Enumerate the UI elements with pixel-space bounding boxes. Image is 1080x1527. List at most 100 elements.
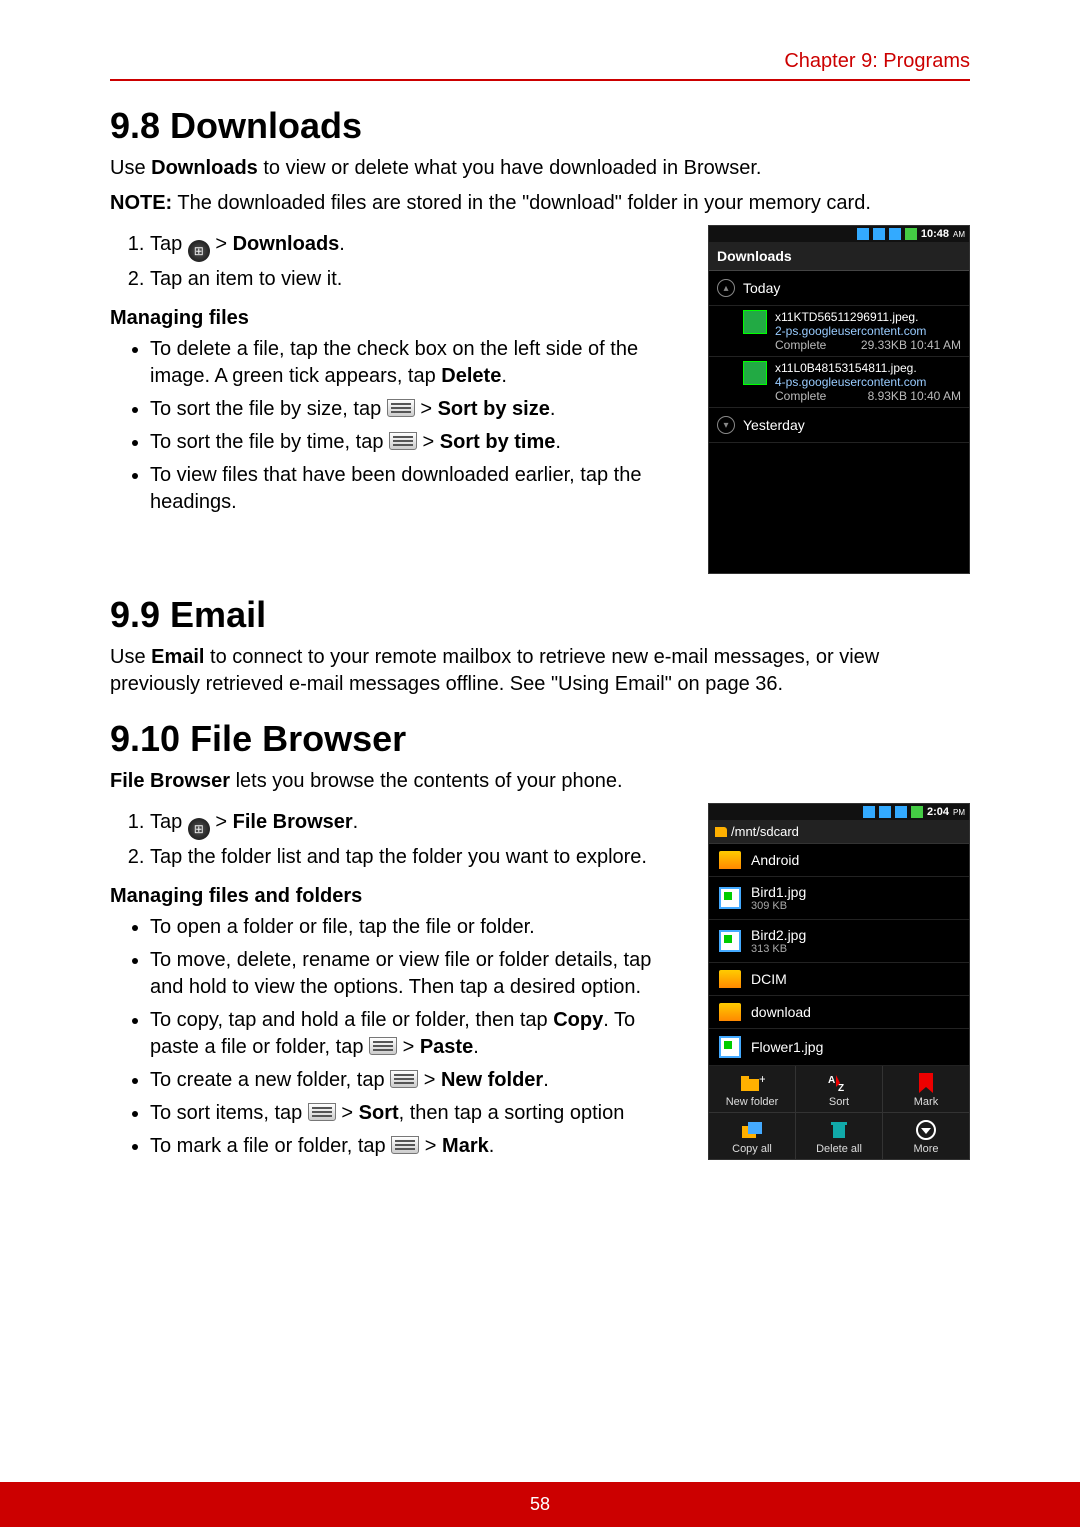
fb-row-dcim[interactable]: DCIM	[709, 963, 969, 996]
text-bold: Mark	[442, 1135, 489, 1157]
item-name: Bird2.jpg	[751, 927, 806, 943]
text-bold: Sort by time	[440, 431, 556, 453]
heading-downloads: 9.8 Downloads	[110, 105, 970, 147]
text-bold: Sort by size	[438, 398, 550, 420]
thumbnail-icon	[743, 310, 767, 334]
text: Use	[110, 646, 151, 668]
file-source: 4-ps.googleusercontent.com	[775, 375, 926, 389]
menu-icon	[390, 1070, 418, 1088]
text-bold: Downloads	[233, 233, 340, 255]
group-today[interactable]: ▴ Today	[709, 271, 969, 306]
image-icon	[719, 930, 741, 952]
delete-all-button[interactable]: Delete all	[796, 1113, 882, 1159]
text: Tap	[150, 233, 188, 255]
download-item[interactable]: x11L0B48153154811.jpeg. 4-ps.googleuserc…	[709, 357, 969, 408]
status-bar: 10:48 AM	[709, 226, 969, 242]
file-source: 2-ps.googleusercontent.com	[775, 324, 926, 338]
copy-icon	[709, 1119, 795, 1141]
fb-row-flower1[interactable]: Flower1.jpg	[709, 1029, 969, 1066]
menu-icon	[389, 432, 417, 450]
text: To sort the file by time, tap	[150, 431, 389, 453]
managing-files-subhead: Managing files	[110, 307, 688, 330]
file-status: Complete	[775, 338, 826, 352]
svg-text:+: +	[759, 1073, 765, 1086]
item-name: Flower1.jpg	[751, 1039, 823, 1055]
mark-button[interactable]: Mark	[883, 1066, 969, 1112]
folder-icon	[719, 1003, 741, 1021]
more-button[interactable]: More	[883, 1113, 969, 1159]
status-time: 2:04	[927, 806, 949, 818]
fb-row-download[interactable]: download	[709, 996, 969, 1029]
text: >	[210, 233, 233, 255]
list-item: Tap ⊞ > File Browser.	[150, 809, 688, 840]
group-yesterday[interactable]: ▾ Yesterday	[709, 408, 969, 443]
list-item: To open a folder or file, tap the file o…	[150, 914, 688, 941]
signal-icon	[857, 228, 869, 240]
apps-icon: ⊞	[188, 818, 210, 840]
downloads-intro: Use Downloads to view or delete what you…	[110, 155, 970, 182]
thumbnail-icon	[743, 361, 767, 385]
copy-all-button[interactable]: Copy all	[709, 1113, 795, 1159]
menu-icon	[308, 1103, 336, 1121]
fb-row-bird2[interactable]: Bird2.jpg313 KB	[709, 920, 969, 963]
battery-icon	[905, 228, 917, 240]
button-label: Delete all	[816, 1143, 862, 1155]
group-label: Today	[743, 280, 780, 296]
button-label: Sort	[829, 1096, 849, 1108]
item-name: download	[751, 1004, 811, 1020]
more-icon	[883, 1119, 969, 1141]
list-item: To delete a file, tap the check box on t…	[150, 336, 688, 390]
button-label: New folder	[726, 1096, 779, 1108]
managing-files-bullets: To delete a file, tap the check box on t…	[110, 336, 688, 516]
text: >	[336, 1102, 359, 1124]
file-browser-steps: Tap ⊞ > File Browser. Tap the folder lis…	[110, 809, 688, 871]
file-browser-screenshot: 2:04 PM /mnt/sdcard Android Bird1.jpg309…	[708, 803, 970, 1160]
heading-email: 9.9 Email	[110, 594, 970, 636]
chapter-header: Chapter 9: Programs	[110, 50, 970, 81]
status-ampm: AM	[953, 230, 965, 239]
path-bar[interactable]: /mnt/sdcard	[709, 820, 969, 844]
downloads-screenshot: 10:48 AM Downloads ▴ Today x11KTD5651129…	[708, 225, 970, 574]
mark-icon	[883, 1072, 969, 1094]
folder-icon	[719, 970, 741, 988]
text: .	[550, 398, 556, 420]
image-icon	[719, 1036, 741, 1058]
text-bold: Sort	[359, 1102, 399, 1124]
text: .	[543, 1069, 549, 1091]
file-status: Complete	[775, 389, 826, 403]
menu-icon	[369, 1037, 397, 1055]
path-text: /mnt/sdcard	[731, 824, 799, 839]
sort-icon: AZ	[796, 1072, 882, 1094]
signal2-icon	[889, 228, 901, 240]
svg-text:Z: Z	[838, 1083, 844, 1093]
new-folder-button[interactable]: + New folder	[709, 1066, 795, 1112]
managing-files-folders-bullets: To open a folder or file, tap the file o…	[110, 914, 688, 1160]
item-name: Bird1.jpg	[751, 884, 806, 900]
text: .	[473, 1036, 479, 1058]
item-size: 313 KB	[751, 943, 806, 955]
fb-row-android[interactable]: Android	[709, 844, 969, 877]
list-item: To mark a file or folder, tap > Mark.	[150, 1133, 688, 1160]
trash-icon	[796, 1119, 882, 1141]
heading-file-browser: 9.10 File Browser	[110, 718, 970, 760]
fb-menu-buttons: + New folder AZ Sort Mark Copy all Delete …	[709, 1066, 969, 1159]
list-item: Tap the folder list and tap the folder y…	[150, 844, 688, 871]
chevron-up-icon: ▴	[717, 279, 735, 297]
status-bar: 2:04 PM	[709, 804, 969, 820]
file-name: x11L0B48153154811.jpeg.	[775, 361, 961, 375]
new-folder-icon: +	[709, 1072, 795, 1094]
file-time: 10:40 AM	[910, 389, 961, 403]
button-label: Mark	[914, 1096, 938, 1108]
sort-button[interactable]: AZ Sort	[796, 1066, 882, 1112]
file-size: 29.33KB	[861, 338, 907, 352]
menu-icon	[387, 399, 415, 417]
text: >	[210, 811, 233, 833]
download-item[interactable]: x11KTD56511296911.jpeg. 2-ps.googleuserc…	[709, 306, 969, 357]
downloads-steps: Tap ⊞ > Downloads. Tap an item to view i…	[110, 231, 688, 293]
fb-row-bird1[interactable]: Bird1.jpg309 KB	[709, 877, 969, 920]
email-intro: Use Email to connect to your remote mail…	[110, 644, 970, 698]
text-bold: Delete	[441, 365, 501, 387]
text-bold: File Browser	[110, 770, 230, 792]
status-time: 10:48	[921, 228, 949, 240]
text: To copy, tap and hold a file or folder, …	[150, 1009, 553, 1031]
